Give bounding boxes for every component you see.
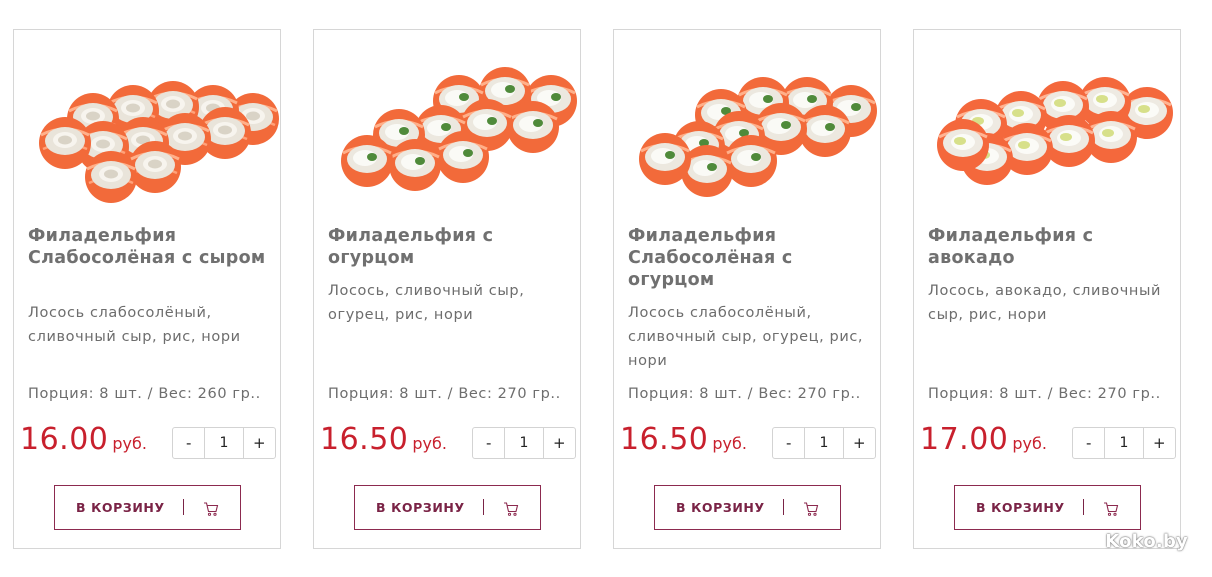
button-divider: [783, 499, 784, 515]
increase-button[interactable]: +: [544, 428, 575, 458]
decrease-button[interactable]: -: [473, 428, 504, 458]
price-currency: руб.: [1012, 434, 1047, 453]
quantity-stepper: - 1 +: [172, 427, 276, 459]
quantity-input[interactable]: 1: [504, 428, 544, 458]
add-to-cart-label: В КОРЗИНУ: [676, 500, 765, 515]
quantity-input[interactable]: 1: [204, 428, 244, 458]
product-portion: Порция: 8 шт. / Вес: 270 гр..: [628, 386, 861, 402]
button-divider: [183, 499, 184, 515]
price-currency: руб.: [112, 434, 147, 453]
product-image[interactable]: [315, 31, 581, 217]
product-portion: Порция: 8 шт. / Вес: 270 гр..: [928, 386, 1161, 402]
product-title[interactable]: Филадельфия с авокадо: [928, 225, 1168, 269]
shopping-cart-icon: [504, 502, 519, 516]
add-to-cart-label: В КОРЗИНУ: [976, 500, 1065, 515]
shopping-cart-icon: [1104, 502, 1119, 516]
product-grid: Филадельфия Слабосолёная с сыром Лосось …: [0, 0, 1212, 577]
add-to-cart-button[interactable]: В КОРЗИНУ: [954, 485, 1141, 530]
product-image[interactable]: [615, 31, 881, 217]
price-currency: руб.: [412, 434, 447, 453]
quantity-input[interactable]: 1: [1104, 428, 1144, 458]
increase-button[interactable]: +: [844, 428, 875, 458]
shopping-cart-icon: [804, 502, 819, 516]
product-description: Лосось, сливочный сыр, огурец, рис, нори: [328, 283, 525, 323]
add-to-cart-button[interactable]: В КОРЗИНУ: [54, 485, 241, 530]
decrease-button[interactable]: -: [773, 428, 804, 458]
product-card: Филадельфия с авокадо Лосось, авокадо, с…: [913, 29, 1181, 549]
quantity-input[interactable]: 1: [804, 428, 844, 458]
quantity-stepper: - 1 +: [472, 427, 576, 459]
product-price: 17.00 руб.: [920, 422, 1047, 457]
product-card: Филадельфия Слабосолёная с огурцом Лосос…: [613, 29, 881, 549]
product-title[interactable]: Филадельфия Слабосолёная с огурцом: [628, 225, 868, 291]
quantity-stepper: - 1 +: [1072, 427, 1176, 459]
product-image[interactable]: [915, 31, 1181, 217]
add-to-cart-button[interactable]: В КОРЗИНУ: [654, 485, 841, 530]
button-divider: [483, 499, 484, 515]
product-description: Лосось слабосолёный, сливочный сыр, огур…: [628, 305, 864, 369]
add-to-cart-label: В КОРЗИНУ: [376, 500, 465, 515]
product-title[interactable]: Филадельфия с огурцом: [328, 225, 568, 269]
quantity-stepper: - 1 +: [772, 427, 876, 459]
add-to-cart-button[interactable]: В КОРЗИНУ: [354, 485, 541, 530]
add-to-cart-label: В КОРЗИНУ: [76, 500, 165, 515]
product-description: Лосось слабосолёный, сливочный сыр, рис,…: [28, 305, 241, 345]
product-price: 16.50 руб.: [320, 422, 447, 457]
decrease-button[interactable]: -: [173, 428, 204, 458]
product-card: Филадельфия Слабосолёная с сыром Лосось …: [13, 29, 281, 549]
product-portion: Порция: 8 шт. / Вес: 270 гр..: [328, 386, 561, 402]
price-amount: 16.50: [320, 422, 409, 457]
price-amount: 16.00: [20, 422, 109, 457]
price-currency: руб.: [712, 434, 747, 453]
shopping-cart-icon: [204, 502, 219, 516]
product-price: 16.00 руб.: [20, 422, 147, 457]
price-amount: 17.00: [920, 422, 1009, 457]
price-amount: 16.50: [620, 422, 709, 457]
product-image[interactable]: [15, 31, 281, 217]
product-portion: Порция: 8 шт. / Вес: 260 гр..: [28, 386, 261, 402]
watermark: Koko.by: [1105, 531, 1188, 552]
product-price: 16.50 руб.: [620, 422, 747, 457]
button-divider: [1083, 499, 1084, 515]
product-description: Лосось, авокадо, сливочный сыр, рис, нор…: [928, 283, 1162, 323]
increase-button[interactable]: +: [1144, 428, 1175, 458]
product-title[interactable]: Филадельфия Слабосолёная с сыром: [28, 225, 268, 269]
increase-button[interactable]: +: [244, 428, 275, 458]
decrease-button[interactable]: -: [1073, 428, 1104, 458]
product-card: Филадельфия с огурцом Лосось, сливочный …: [313, 29, 581, 549]
